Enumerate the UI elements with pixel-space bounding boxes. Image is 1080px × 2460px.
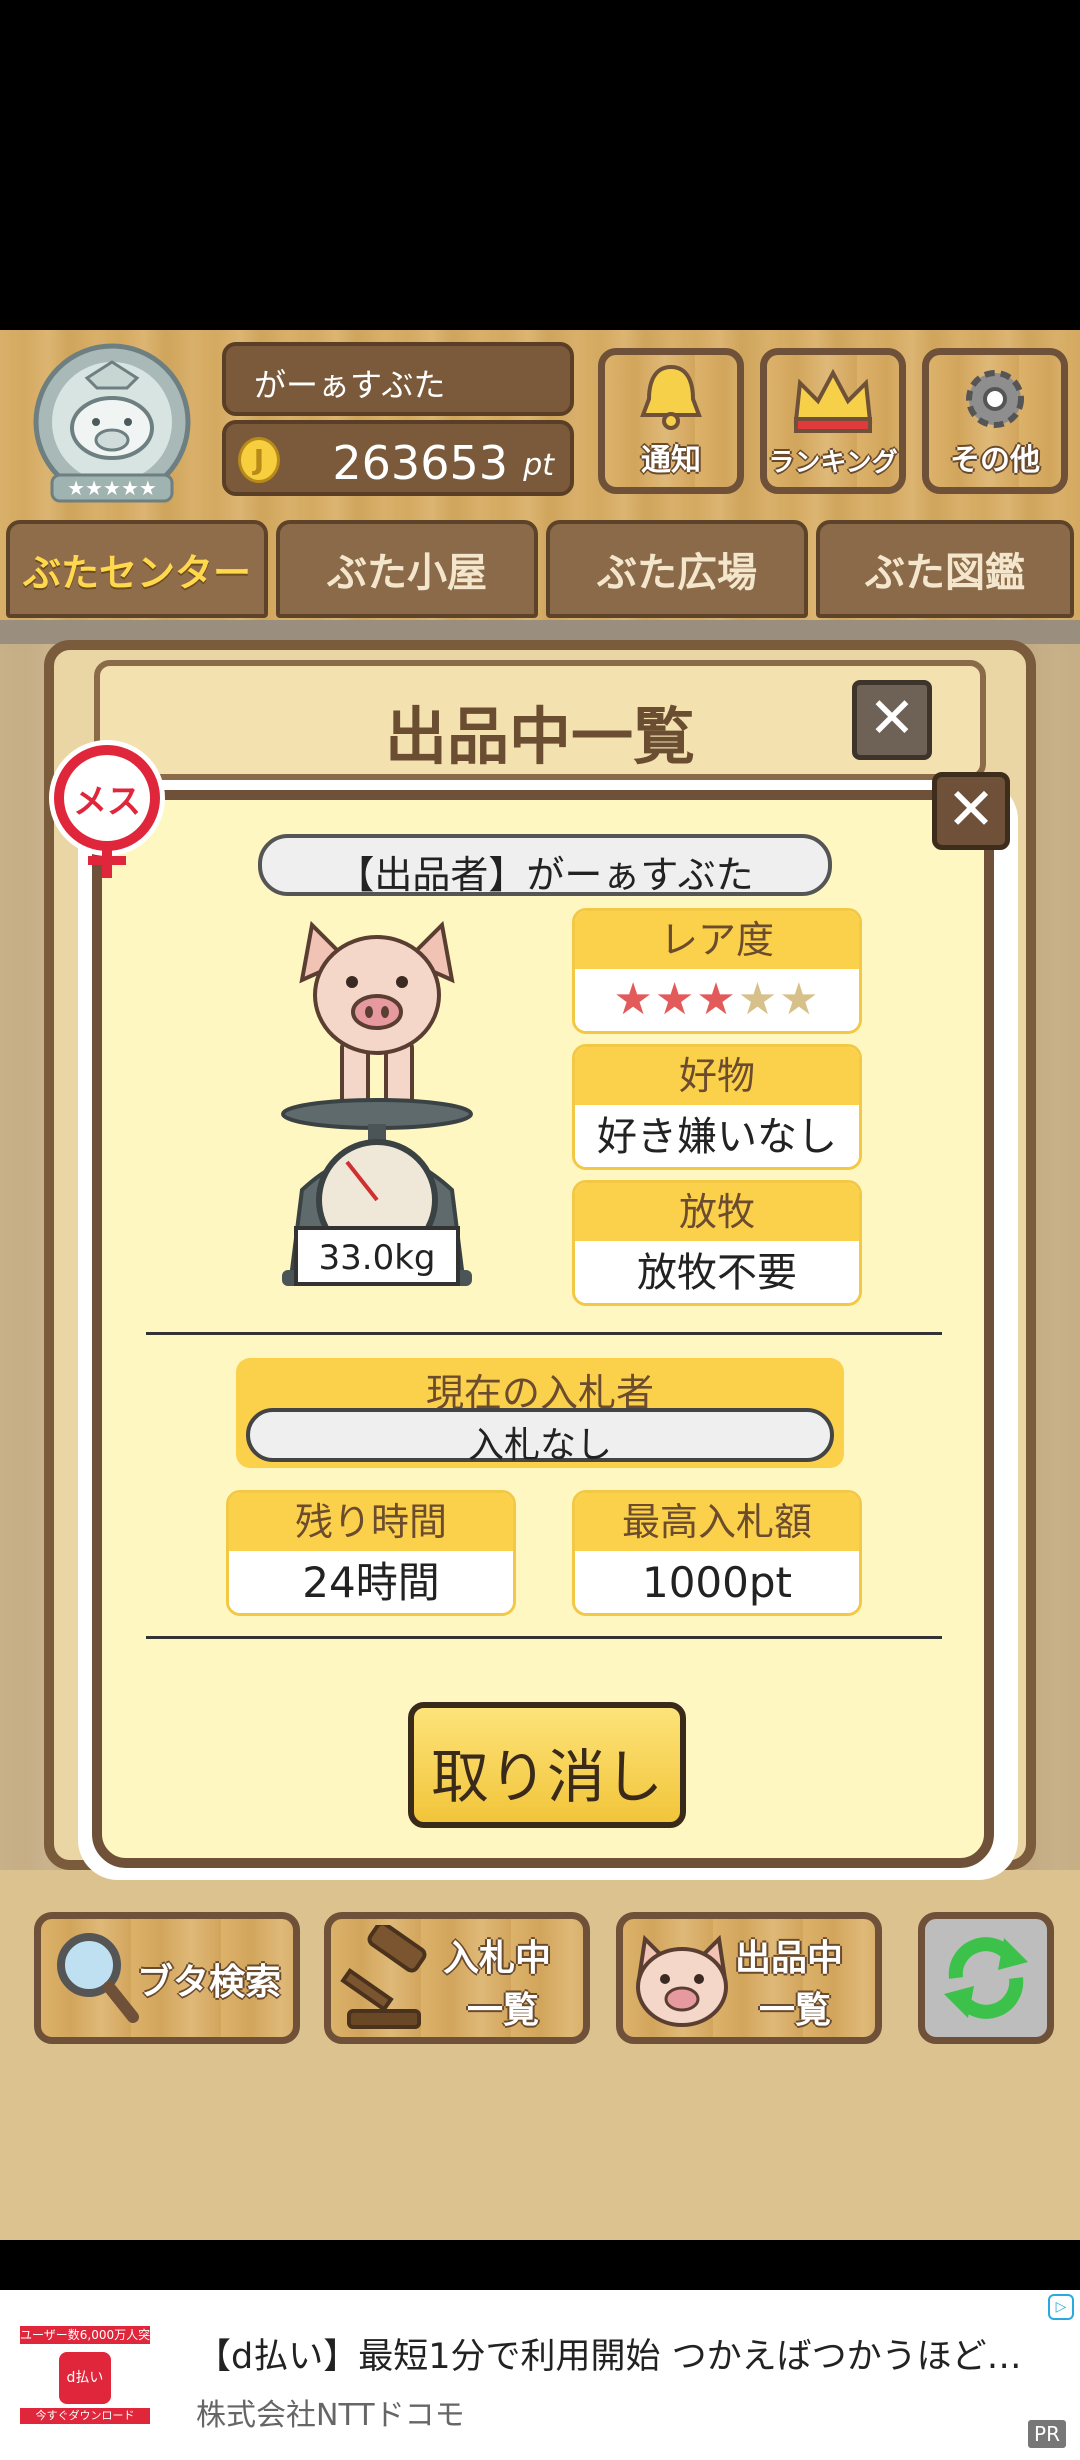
- listing-window-titlebar: 出品中一覧 ✕: [94, 660, 986, 780]
- favorite-label: 好物: [575, 1047, 859, 1105]
- rarity-card: レア度 ★★★★★: [572, 908, 862, 1034]
- modal-close-button[interactable]: ✕: [932, 772, 1010, 850]
- grazing-value: 放牧不要: [575, 1241, 859, 1303]
- star-icon: ★: [737, 974, 780, 1025]
- seller-text: 【出品者】がーぁすぶた: [336, 853, 754, 897]
- listing-list-label-2: 一覧: [759, 1990, 832, 2031]
- ranking-button[interactable]: ランキング: [760, 348, 906, 494]
- female-badge: メス: [44, 736, 170, 882]
- bidding-list-label-2: 一覧: [467, 1990, 540, 2031]
- max-bid-card: 最高入札額 1000pt: [572, 1490, 862, 1616]
- gear-icon: [966, 370, 1024, 428]
- favorite-value: 好き嫌いなし: [575, 1105, 859, 1167]
- weight-box: 33.0kg: [294, 1226, 460, 1286]
- listing-list-button[interactable]: 出品中 一覧: [616, 1912, 882, 2044]
- other-button[interactable]: その他: [922, 348, 1068, 494]
- ad-title[interactable]: 【d払い】最短1分で利用開始 つかえばつかうほど…: [196, 2328, 1022, 2379]
- seller-pill: 【出品者】がーぁすぶた: [258, 834, 832, 897]
- cancel-label: 取り消し: [430, 1743, 663, 1811]
- pig-on-scale: 33.0kg: [272, 900, 482, 1300]
- ad-advertiser: 株式会社NTTドコモ: [196, 2398, 465, 2433]
- pig-face-icon: [636, 1934, 728, 2027]
- avatar[interactable]: ★★★★★: [22, 340, 202, 510]
- ad-banner[interactable]: ユーザー数6,000万人突破! d払い 今すぐダウンロード 【d払い】最短1分で…: [0, 2290, 1080, 2460]
- status-bar-area: [0, 0, 1080, 330]
- points-panel: J 263653 pt: [222, 420, 574, 496]
- max-bid-value: 1000pt: [575, 1551, 859, 1613]
- gavel-icon: [340, 1925, 427, 2029]
- ranking-label: ランキング: [768, 448, 898, 478]
- coin-icon: J: [238, 437, 280, 483]
- ad-thumb-top: ユーザー数6,000万人突破!: [20, 2326, 150, 2344]
- listing-window-title: 出品中一覧: [384, 700, 695, 773]
- close-icon: ✕: [946, 775, 996, 843]
- bidder-card: 現在の入札者 入札なし: [236, 1358, 844, 1468]
- rarity-stars: ★★★★★: [575, 969, 859, 1031]
- time-left-label: 残り時間: [229, 1493, 513, 1551]
- notification-label: 通知: [641, 443, 701, 478]
- ad-pr-badge: PR: [1028, 2420, 1066, 2448]
- gender-label: メス: [73, 782, 141, 822]
- grazing-card: 放牧 放牧不要: [572, 1180, 862, 1306]
- bidding-list-button[interactable]: 入札中 一覧: [324, 1912, 590, 2044]
- other-label: その他: [950, 443, 1040, 478]
- star-icon: ★: [696, 974, 738, 1025]
- bidder-value: 入札なし: [467, 1425, 612, 1466]
- bidder-value-pill: 入札なし: [246, 1408, 834, 1466]
- tab-buta-center[interactable]: ぶたセンター: [6, 520, 268, 618]
- listing-window-close-button[interactable]: ✕: [852, 680, 932, 760]
- svg-text:★★★★★: ★★★★★: [67, 476, 157, 500]
- bell-icon: [640, 364, 702, 430]
- grazing-label: 放牧: [575, 1183, 859, 1241]
- time-left-value: 24時間: [229, 1551, 513, 1613]
- ad-thumb-logo: d払い: [59, 2352, 111, 2404]
- ad-thumbnail: ユーザー数6,000万人突破! d払い 今すぐダウンロード: [20, 2326, 150, 2426]
- adchoices-icon[interactable]: ▷: [1048, 2294, 1074, 2320]
- ad-thumb-bottom: 今すぐダウンロード: [20, 2408, 150, 2424]
- refresh-icon: [944, 1937, 1028, 2019]
- listing-list-label-1: 出品中: [735, 1938, 844, 1979]
- bidding-list-label-1: 入札中: [443, 1938, 552, 1979]
- username: がーぁすぶた: [254, 366, 446, 404]
- tab-buta-encyclopedia[interactable]: ぶた図鑑: [816, 520, 1074, 618]
- favorite-card: 好物 好き嫌いなし: [572, 1044, 862, 1170]
- star-icon: ★: [779, 974, 821, 1025]
- tab-buta-hut[interactable]: ぶた小屋: [276, 520, 538, 618]
- notification-button[interactable]: 通知: [598, 348, 744, 494]
- star-icon: ★: [654, 974, 697, 1025]
- divider: [146, 1636, 942, 1639]
- username-panel: がーぁすぶた: [222, 342, 574, 416]
- pig-detail-panel: 【出品者】がーぁすぶた 33.0kg レア度 ★★★★★ 好物 好き嫌いなし 放…: [92, 790, 994, 1868]
- time-left-card: 残り時間 24時間: [226, 1490, 516, 1616]
- pig-search-label: ブタ検索: [137, 1962, 282, 2003]
- points-value: 263653: [332, 436, 508, 490]
- star-icon: ★: [613, 974, 655, 1025]
- refresh-button[interactable]: [918, 1912, 1054, 2044]
- divider: [146, 1332, 942, 1335]
- close-icon: ✕: [868, 686, 916, 751]
- points-unit: pt: [523, 448, 554, 483]
- crown-icon: [793, 368, 873, 433]
- tab-buta-plaza[interactable]: ぶた広場: [546, 520, 808, 618]
- rarity-label: レア度: [575, 911, 859, 969]
- weight-value: 33.0kg: [318, 1238, 436, 1278]
- pig-search-button[interactable]: ブタ検索: [34, 1912, 300, 2044]
- max-bid-label: 最高入札額: [575, 1493, 859, 1551]
- magnifier-icon: [57, 1933, 139, 2023]
- cancel-listing-button[interactable]: 取り消し: [408, 1702, 686, 1828]
